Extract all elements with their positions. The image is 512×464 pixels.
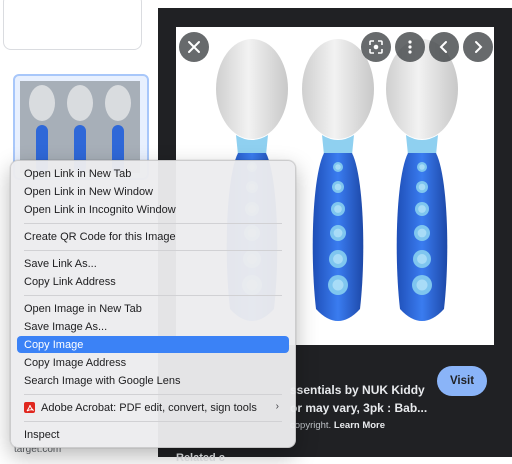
menu-item-label: Create QR Code for this Image xyxy=(24,230,176,243)
result-title-line-1[interactable]: ssentials by NUK Kiddy xyxy=(290,383,425,397)
close-preview-button[interactable] xyxy=(179,32,209,62)
next-image-button[interactable] xyxy=(463,32,493,62)
more-vert-icon xyxy=(408,40,412,54)
menu-item-label: Open Link in New Tab xyxy=(24,167,132,180)
menu-item-label: Inspect xyxy=(24,428,60,441)
menu-item-label: Save Image As... xyxy=(24,320,108,333)
submenu-arrow-icon: › xyxy=(275,401,279,412)
close-icon xyxy=(188,41,200,53)
menu-open-image-new-tab[interactable]: Open Image in New Tab xyxy=(17,300,289,317)
result-card[interactable] xyxy=(3,0,142,50)
chevron-left-icon xyxy=(439,41,447,53)
previous-image-button[interactable] xyxy=(429,32,459,62)
adobe-acrobat-icon xyxy=(24,402,35,413)
lens-icon xyxy=(369,40,383,54)
menu-search-google-lens[interactable]: Search Image with Google Lens xyxy=(17,372,289,389)
related-content-heading: Related c xyxy=(176,452,225,464)
menu-open-link-new-window[interactable]: Open Link in New Window xyxy=(17,183,289,200)
menu-item-label: Open Link in New Window xyxy=(24,185,154,198)
copyright-notice: copyright. Learn More xyxy=(290,420,385,431)
menu-item-label: Copy Link Address xyxy=(24,275,116,288)
menu-item-label: Copy Image Address xyxy=(24,356,127,369)
menu-item-label: Search Image with Google Lens xyxy=(24,374,181,387)
menu-open-link-new-tab[interactable]: Open Link in New Tab xyxy=(17,165,289,182)
visit-button[interactable]: Visit xyxy=(437,366,487,396)
menu-save-link-as[interactable]: Save Link As... xyxy=(17,255,289,272)
menu-create-qr-code[interactable]: Create QR Code for this Image xyxy=(17,228,289,245)
menu-open-link-incognito[interactable]: Open Link in Incognito Window xyxy=(17,201,289,218)
spoon xyxy=(302,39,374,321)
menu-copy-link-address[interactable]: Copy Link Address xyxy=(17,273,289,290)
menu-item-label: Copy Image xyxy=(24,338,84,351)
menu-separator xyxy=(24,250,282,251)
result-title-line-2[interactable]: or may vary, 3pk : Bab... xyxy=(290,401,427,415)
menu-copy-image-address[interactable]: Copy Image Address xyxy=(17,354,289,371)
menu-adobe-acrobat[interactable]: Adobe Acrobat: PDF edit, convert, sign t… xyxy=(17,399,289,416)
menu-copy-image[interactable]: Copy Image xyxy=(17,336,289,353)
menu-separator xyxy=(24,394,282,395)
google-lens-button[interactable] xyxy=(361,32,391,62)
menu-save-image-as[interactable]: Save Image As... xyxy=(17,318,289,335)
menu-item-label: Adobe Acrobat: PDF edit, convert, sign t… xyxy=(41,401,257,414)
menu-item-label: Save Link As... xyxy=(24,257,97,270)
spoon xyxy=(386,39,458,321)
context-menu: Open Link in New Tab Open Link in New Wi… xyxy=(10,160,296,448)
more-options-button[interactable] xyxy=(395,32,425,62)
chevron-right-icon xyxy=(475,41,483,53)
menu-separator xyxy=(24,295,282,296)
menu-item-label: Open Image in New Tab xyxy=(24,302,142,315)
menu-separator xyxy=(24,421,282,422)
menu-item-label: Open Link in Incognito Window xyxy=(24,203,176,216)
learn-more-link[interactable]: Learn More xyxy=(334,420,385,431)
menu-inspect[interactable]: Inspect xyxy=(17,426,289,443)
menu-separator xyxy=(24,223,282,224)
copyright-text: copyright. xyxy=(290,420,332,431)
